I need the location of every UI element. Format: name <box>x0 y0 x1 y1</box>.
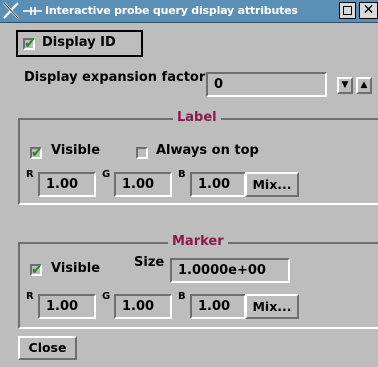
marker-size-input[interactable]: 1.0000e+00 <box>170 258 290 283</box>
marker-r-input[interactable]: 1.00 <box>38 294 96 319</box>
label-visible-label: Visible <box>51 143 101 158</box>
always-on-top-label: Always on top <box>156 143 259 158</box>
decrement-button[interactable]: ▼ <box>337 77 353 94</box>
marker-r-label: R <box>26 291 34 302</box>
always-on-top-checkbox[interactable] <box>136 147 148 159</box>
marker-g-input[interactable]: 1.00 <box>114 294 172 319</box>
arrow-down-icon: ▼ <box>341 80 349 90</box>
label-g-label: G <box>102 169 111 180</box>
marker-group-title: Marker <box>168 234 228 249</box>
marker-g-label: G <box>102 291 111 302</box>
label-group-title: Label <box>173 110 221 125</box>
window-title: Interactive probe query display attribut… <box>45 4 298 17</box>
marker-visible-checkbox[interactable] <box>30 262 43 278</box>
expansion-factor-input[interactable]: 0 <box>206 72 327 97</box>
label-visible-checkbox[interactable] <box>30 145 43 161</box>
display-id-checkbox[interactable] <box>23 36 36 52</box>
arrow-up-icon: ▲ <box>360 80 368 90</box>
label-g-input[interactable]: 1.00 <box>114 172 172 197</box>
x-logo-icon[interactable] <box>2 1 20 20</box>
marker-b-input[interactable]: 1.00 <box>190 294 246 319</box>
close-button[interactable]: Close <box>18 336 77 360</box>
label-b-input[interactable]: 1.00 <box>190 172 246 197</box>
marker-visible-label: Visible <box>51 261 101 276</box>
window-menu-icon[interactable] <box>22 6 44 16</box>
close-window-button[interactable]: ✕ <box>359 2 378 19</box>
label-r-input[interactable]: 1.00 <box>38 172 96 197</box>
marker-mix-button[interactable]: Mix... <box>245 294 299 319</box>
display-id-label: Display ID <box>42 35 116 50</box>
increment-button[interactable]: ▲ <box>356 77 372 94</box>
label-r-label: R <box>26 169 34 180</box>
marker-b-label: B <box>178 291 186 302</box>
label-b-label: B <box>178 169 186 180</box>
marker-size-label: Size <box>134 255 165 270</box>
label-mix-button[interactable]: Mix... <box>245 172 299 197</box>
maximize-button[interactable] <box>339 2 356 19</box>
display-id-toggle[interactable]: Display ID <box>16 30 143 57</box>
expansion-factor-label: Display expansion factor <box>24 70 206 85</box>
